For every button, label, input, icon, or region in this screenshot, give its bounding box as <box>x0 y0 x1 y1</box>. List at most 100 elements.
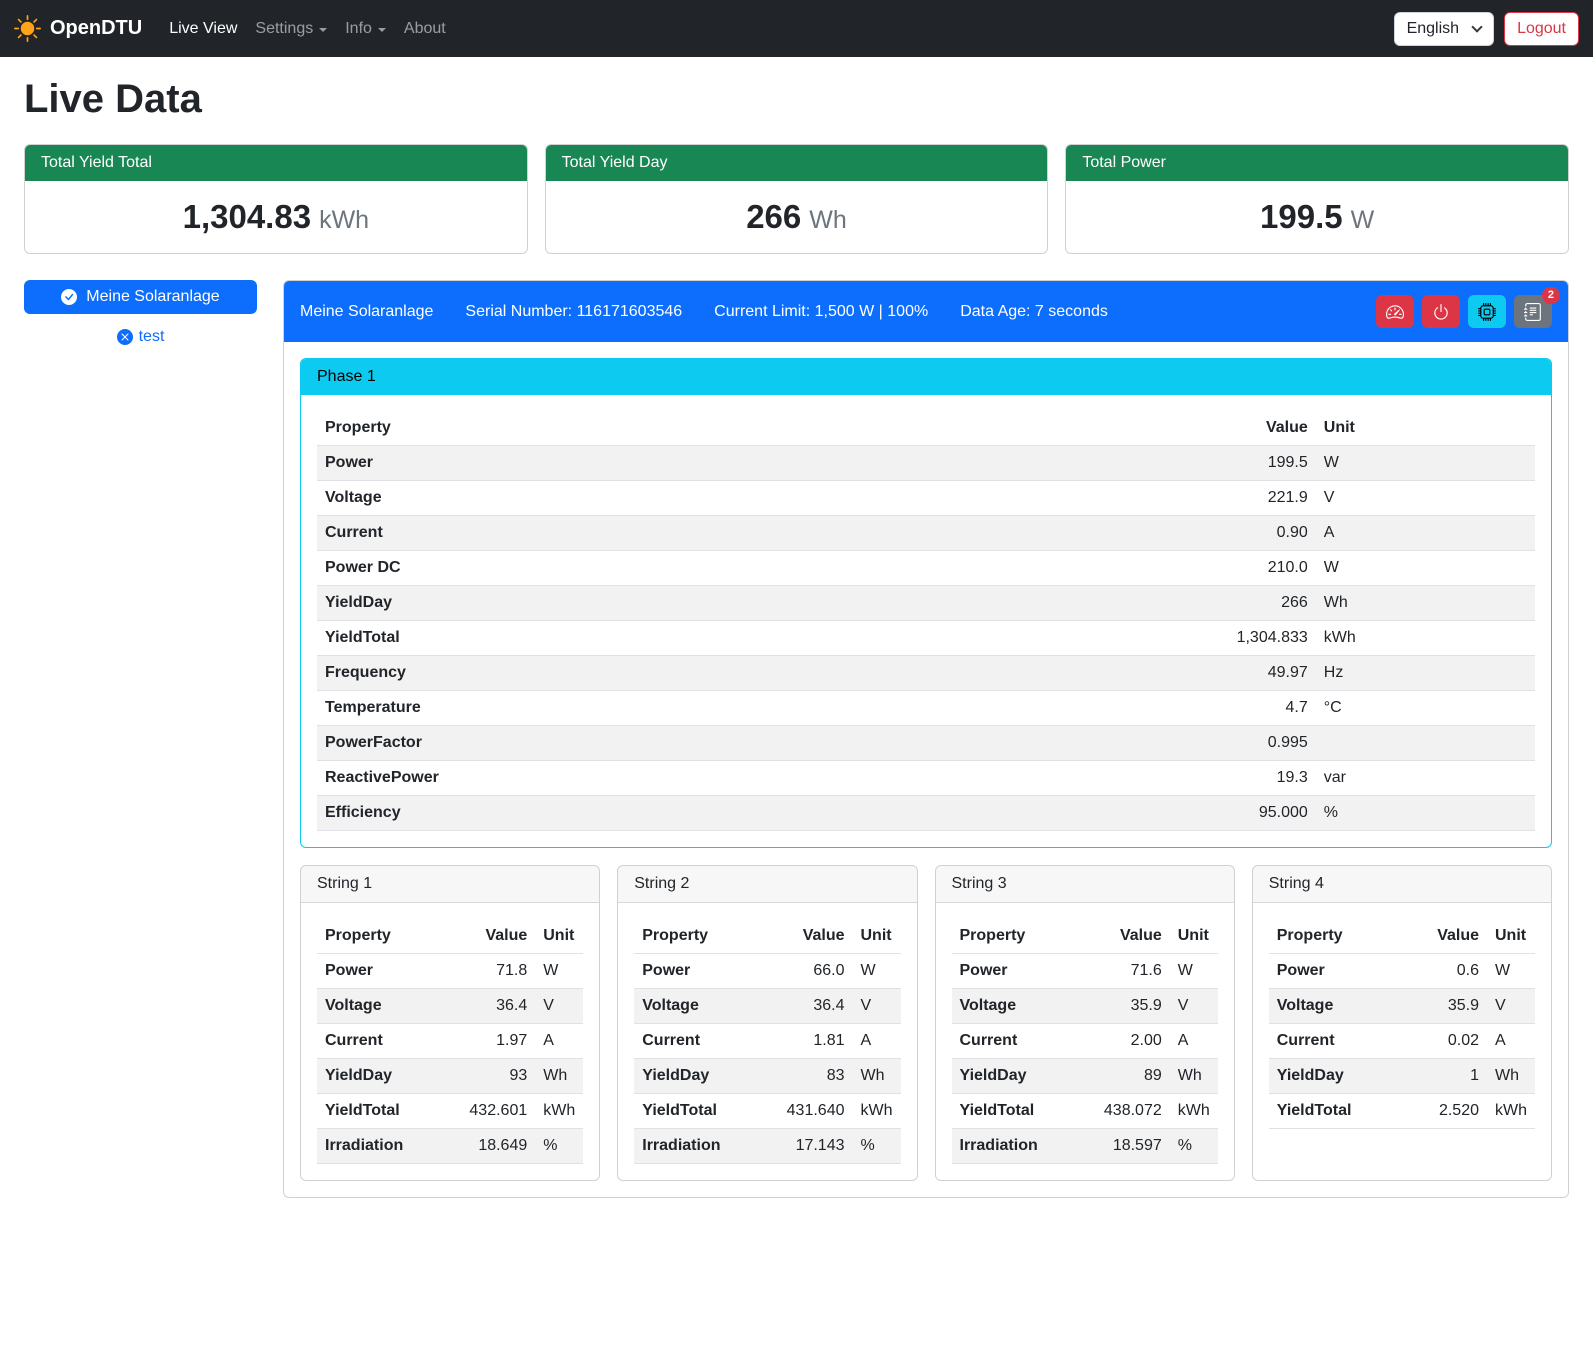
column-unit: Unit <box>1316 411 1535 446</box>
language-select[interactable]: English <box>1394 12 1494 46</box>
value-cell: 0.995 <box>915 726 1316 761</box>
table-row: YieldTotal431.640kWh <box>634 1094 900 1129</box>
value-cell: 4.7 <box>915 691 1316 726</box>
column-value: Value <box>1402 919 1487 954</box>
table-row: YieldTotal432.601kWh <box>317 1094 583 1129</box>
property-cell: YieldDay <box>1269 1059 1402 1094</box>
table-row: Current0.02A <box>1269 1024 1535 1059</box>
event-log-button[interactable]: 2 <box>1514 295 1552 328</box>
property-cell: YieldTotal <box>317 1094 439 1129</box>
phase-1-title: Phase 1 <box>301 359 1551 395</box>
column-property: Property <box>952 919 1074 954</box>
unit-cell: % <box>853 1129 901 1164</box>
property-cell: YieldTotal <box>634 1094 756 1129</box>
value-cell: 35.9 <box>1402 989 1487 1024</box>
table-row: Voltage221.9V <box>317 481 1535 516</box>
logout-button[interactable]: Logout <box>1504 12 1579 46</box>
nav-settings[interactable]: Settings <box>246 12 336 46</box>
cpu-icon <box>1478 303 1496 321</box>
page-title: Live Data <box>24 77 1569 122</box>
unit-cell: W <box>853 954 901 989</box>
value-cell: 199.5 <box>915 446 1316 481</box>
card-body: 199.5W <box>1066 181 1568 253</box>
property-cell: Current <box>634 1024 756 1059</box>
nav-about[interactable]: About <box>395 12 455 46</box>
value-cell: 1,304.833 <box>915 621 1316 656</box>
unit-cell: kWh <box>1487 1094 1535 1129</box>
column-property: Property <box>634 919 756 954</box>
property-cell: Current <box>317 1024 439 1059</box>
strings-grid: String 1 Property Value Unit <box>300 865 1552 1181</box>
phase-table-body: Power199.5WVoltage221.9VCurrent0.90APowe… <box>317 446 1535 831</box>
table-row: Voltage35.9V <box>1269 989 1535 1024</box>
unit-cell: W <box>1316 551 1535 586</box>
table-row: Efficiency95.000% <box>317 796 1535 831</box>
table-row: Temperature4.7°C <box>317 691 1535 726</box>
card-body: 1,304.83kWh <box>25 181 527 253</box>
property-cell: Frequency <box>317 656 915 691</box>
brand-link[interactable]: OpenDTU <box>14 15 142 42</box>
unit-cell: % <box>1170 1129 1218 1164</box>
table-row: YieldDay83Wh <box>634 1059 900 1094</box>
string-3-table-body: Power71.6WVoltage35.9VCurrent2.00AYieldD… <box>952 954 1218 1164</box>
table-row: Power71.6W <box>952 954 1218 989</box>
table-row: Power71.8W <box>317 954 583 989</box>
column-unit: Unit <box>535 919 583 954</box>
string-3-title: String 3 <box>936 866 1234 903</box>
table-row: Current1.81A <box>634 1024 900 1059</box>
value-cell: 0.6 <box>1402 954 1487 989</box>
property-cell: YieldDay <box>634 1059 756 1094</box>
unit-cell: V <box>1170 989 1218 1024</box>
check-circle-icon <box>61 289 77 305</box>
string-1-body: Property Value Unit Power71.8WVoltage36.… <box>301 903 599 1180</box>
property-cell: Voltage <box>634 989 756 1024</box>
unit-cell: % <box>1316 796 1535 831</box>
unit-cell: Wh <box>1487 1059 1535 1094</box>
value-cell: 432.601 <box>439 1094 535 1129</box>
table-header-row: Property Value Unit <box>317 919 583 954</box>
value-cell: 83 <box>757 1059 853 1094</box>
limit-settings-button[interactable] <box>1376 295 1414 328</box>
property-cell: Power <box>952 954 1074 989</box>
value-cell: 1 <box>1402 1059 1487 1094</box>
property-cell: ReactivePower <box>317 761 915 796</box>
column-unit: Unit <box>1170 919 1218 954</box>
property-cell: Power <box>317 954 439 989</box>
inverter-item-test[interactable]: test <box>24 328 257 346</box>
property-cell: Power DC <box>317 551 915 586</box>
unit-cell: V <box>1487 989 1535 1024</box>
total-power-card: Total Power 199.5W <box>1065 144 1569 254</box>
inverter-panel-header: Meine Solaranlage Serial Number: 1161716… <box>284 281 1568 342</box>
inverter-data-age: Data Age: 7 seconds <box>960 303 1108 321</box>
nav-settings-label: Settings <box>255 20 313 38</box>
device-info-button[interactable] <box>1468 295 1506 328</box>
card-title: Total Yield Total <box>25 145 527 181</box>
inverter-panel: Meine Solaranlage Serial Number: 1161716… <box>283 280 1569 1198</box>
value-cell: 19.3 <box>915 761 1316 796</box>
string-2-title: String 2 <box>618 866 916 903</box>
nav-info[interactable]: Info <box>336 12 395 46</box>
nav-live-view[interactable]: Live View <box>160 12 246 46</box>
table-row: Power0.6W <box>1269 954 1535 989</box>
nav-info-label: Info <box>345 20 372 38</box>
unit-cell: kWh <box>853 1094 901 1129</box>
journal-icon <box>1524 303 1542 321</box>
value-cell: 221.9 <box>915 481 1316 516</box>
total-yield-total-unit: kWh <box>319 206 369 234</box>
value-cell: 66.0 <box>757 954 853 989</box>
inverter-item-test-label: test <box>139 328 165 346</box>
total-yield-day-card: Total Yield Day 266Wh <box>545 144 1049 254</box>
table-header-row: Property Value Unit <box>317 411 1535 446</box>
inverter-select-button[interactable]: Meine Solaranlage <box>24 280 257 314</box>
property-cell: Voltage <box>317 481 915 516</box>
unit-cell: W <box>1170 954 1218 989</box>
table-row: Power66.0W <box>634 954 900 989</box>
property-cell: Irradiation <box>952 1129 1074 1164</box>
chevron-down-icon <box>1471 21 1482 32</box>
value-cell: 2.520 <box>1402 1094 1487 1129</box>
power-toggle-button[interactable] <box>1422 295 1460 328</box>
property-cell: Irradiation <box>317 1129 439 1164</box>
inverter-actions: 2 <box>1376 295 1552 328</box>
table-header-row: Property Value Unit <box>1269 919 1535 954</box>
property-cell: YieldDay <box>317 586 915 621</box>
